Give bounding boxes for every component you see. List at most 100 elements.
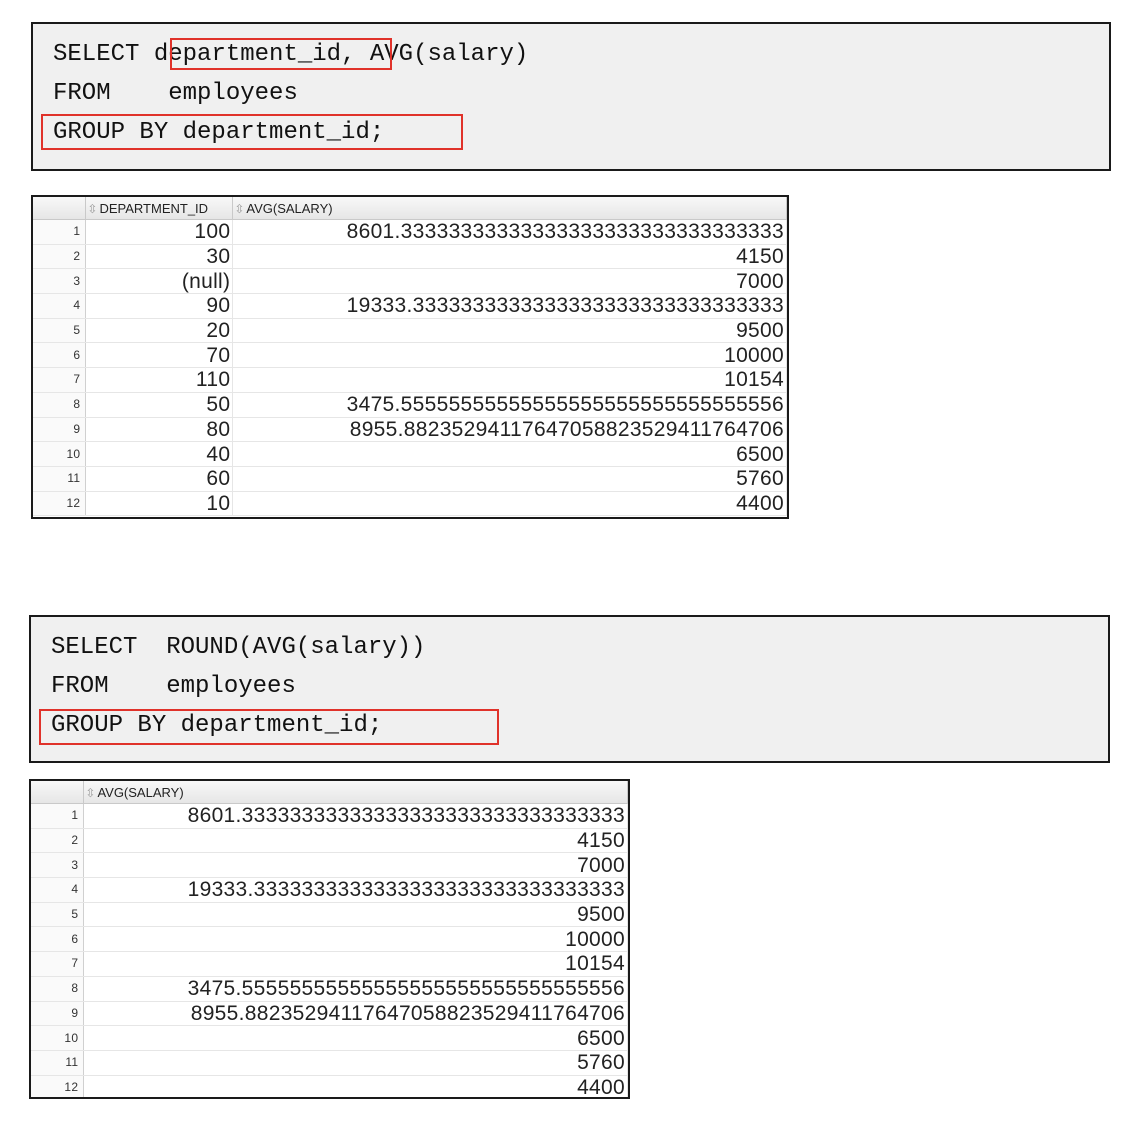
- row-number: 12: [31, 1075, 85, 1097]
- cell-avg-salary[interactable]: 4150: [232, 244, 787, 270]
- cell-department-id[interactable]: 80: [85, 417, 234, 443]
- column-header-avg-salary[interactable]: ⇳ AVG(SALARY): [83, 781, 628, 804]
- row-number: 7: [31, 951, 85, 977]
- cell-avg-salary[interactable]: 5760: [232, 466, 787, 492]
- table-row[interactable]: 1 100 8601.3333333333333333333333333333333…: [33, 219, 787, 245]
- table-row[interactable]: 8 50 3475.55555555555555555555555555555556: [33, 392, 787, 418]
- table-row[interactable]: 6 70 10000: [33, 342, 787, 369]
- cell-avg-salary[interactable]: 10154: [83, 951, 628, 977]
- sort-arrows-icon[interactable]: ⇳: [234, 202, 244, 216]
- sql-editor-1[interactable]: SELECT department_id, AVG(salary) FROM e…: [31, 22, 1111, 171]
- cell-avg-salary[interactable]: 7000: [232, 268, 787, 295]
- row-number: 6: [33, 342, 87, 369]
- table-row[interactable]: 10 6500: [31, 1025, 628, 1051]
- cell-avg-salary[interactable]: 10154: [232, 367, 787, 393]
- cell-avg-salary[interactable]: 4400: [83, 1075, 628, 1097]
- table-row[interactable]: 7 10154: [31, 951, 628, 977]
- table-row[interactable]: 1 8601.33333333333333333333333333333333: [31, 803, 628, 829]
- code-line-group-by: GROUP BY department_id;: [51, 712, 383, 739]
- row-number: 9: [33, 417, 87, 443]
- cell-department-id[interactable]: (null): [85, 268, 234, 295]
- cell-department-id[interactable]: 10: [85, 491, 234, 517]
- table-row[interactable]: 3 7000: [31, 852, 628, 879]
- row-number: 6: [31, 926, 85, 953]
- column-header-avg-salary[interactable]: ⇳ AVG(SALARY): [232, 197, 787, 220]
- row-number: 3: [31, 852, 85, 879]
- sql-editor-2[interactable]: SELECT ROUND(AVG(salary)) FROM employees…: [29, 615, 1110, 763]
- table-row[interactable]: 12 4400: [31, 1075, 628, 1097]
- row-number: 10: [31, 1025, 85, 1051]
- table-row[interactable]: 2 30 4150: [33, 244, 787, 270]
- result-grid-2[interactable]: ⇳ AVG(SALARY) 1 8601.333333333333333333333…: [29, 779, 630, 1099]
- cell-avg-salary[interactable]: 3475.55555555555555555555555555555556: [83, 976, 628, 1002]
- cell-avg-salary[interactable]: 6500: [83, 1025, 628, 1051]
- cell-avg-salary[interactable]: 9500: [232, 318, 787, 344]
- result-grid-1[interactable]: ⇳ DEPARTMENT_ID ⇳ AVG(SALARY) 1 100 8601.333…: [31, 195, 789, 519]
- cell-department-id[interactable]: 100: [85, 219, 234, 245]
- code-line-select: SELECT department_id, AVG(salary): [53, 41, 529, 68]
- cell-avg-salary[interactable]: 5760: [83, 1050, 628, 1076]
- table-row[interactable]: 2 4150: [31, 828, 628, 854]
- cell-department-id[interactable]: 60: [85, 466, 234, 492]
- cell-department-id[interactable]: 50: [85, 392, 234, 418]
- table-row[interactable]: 11 60 5760: [33, 466, 787, 492]
- row-number: 8: [31, 976, 85, 1002]
- table-row[interactable]: 7 110 10154: [33, 367, 787, 393]
- cell-avg-salary[interactable]: 10000: [83, 926, 628, 953]
- code-line-select: SELECT ROUND(AVG(salary)): [51, 634, 426, 661]
- sort-arrows-icon[interactable]: ⇳: [85, 786, 95, 800]
- row-number: 4: [33, 293, 87, 319]
- header-row: ⇳ DEPARTMENT_ID ⇳ AVG(SALARY): [33, 197, 787, 220]
- code-line-group-by: GROUP BY department_id;: [53, 119, 385, 146]
- table-row[interactable]: 4 90 19333.3333333333333333333333333333333: [33, 293, 787, 319]
- table-row[interactable]: 12 10 4400: [33, 491, 787, 517]
- cell-avg-salary[interactable]: 6500: [232, 441, 787, 467]
- cell-avg-salary[interactable]: 8601.33333333333333333333333333333333: [232, 219, 787, 245]
- cell-avg-salary[interactable]: 9500: [83, 902, 628, 928]
- row-number: 2: [33, 244, 87, 270]
- row-number: 7: [33, 367, 87, 393]
- table-row[interactable]: 3 (null) 7000: [33, 268, 787, 295]
- row-number: 11: [33, 466, 87, 492]
- cell-avg-salary[interactable]: 3475.55555555555555555555555555555556: [232, 392, 787, 418]
- table-row[interactable]: 11 5760: [31, 1050, 628, 1076]
- cell-avg-salary[interactable]: 19333.3333333333333333333333333333333: [83, 877, 628, 903]
- row-number: 1: [33, 219, 87, 245]
- row-number: 5: [31, 902, 85, 928]
- sort-arrows-icon[interactable]: ⇳: [87, 202, 97, 216]
- code-line-from: FROM employees: [51, 673, 296, 700]
- corner-cell: [33, 197, 87, 220]
- table-row[interactable]: 10 40 6500: [33, 441, 787, 467]
- cell-avg-salary[interactable]: 7000: [83, 852, 628, 879]
- table-row[interactable]: 9 80 8955.88235294117647058823529411764706: [33, 417, 787, 443]
- row-number: 10: [33, 441, 87, 467]
- code-line-from: FROM employees: [53, 80, 298, 107]
- table-row[interactable]: 9 8955.88235294117647058823529411764706: [31, 1001, 628, 1027]
- result-table-1: ⇳ DEPARTMENT_ID ⇳ AVG(SALARY) 1 100 8601.333…: [33, 197, 787, 517]
- cell-avg-salary[interactable]: 8601.33333333333333333333333333333333: [83, 803, 628, 829]
- row-number: 4: [31, 877, 85, 903]
- table-row[interactable]: 4 19333.3333333333333333333333333333333: [31, 877, 628, 903]
- row-number: 1: [31, 803, 85, 829]
- cell-avg-salary[interactable]: 4150: [83, 828, 628, 854]
- row-number: 9: [31, 1001, 85, 1027]
- cell-avg-salary[interactable]: 8955.88235294117647058823529411764706: [232, 417, 787, 443]
- cell-department-id[interactable]: 70: [85, 342, 234, 369]
- cell-department-id[interactable]: 90: [85, 293, 234, 319]
- column-header-department-id[interactable]: ⇳ DEPARTMENT_ID: [85, 197, 234, 220]
- row-number: 3: [33, 268, 87, 295]
- cell-avg-salary[interactable]: 19333.3333333333333333333333333333333: [232, 293, 787, 319]
- cell-department-id[interactable]: 30: [85, 244, 234, 270]
- cell-avg-salary[interactable]: 8955.88235294117647058823529411764706: [83, 1001, 628, 1027]
- row-number: 12: [33, 491, 87, 517]
- table-row[interactable]: 6 10000: [31, 926, 628, 953]
- cell-department-id[interactable]: 110: [85, 367, 234, 393]
- cell-avg-salary[interactable]: 4400: [232, 491, 787, 517]
- cell-avg-salary[interactable]: 10000: [232, 342, 787, 369]
- cell-department-id[interactable]: 20: [85, 318, 234, 344]
- table-row[interactable]: 8 3475.55555555555555555555555555555556: [31, 976, 628, 1002]
- table-row[interactable]: 5 9500: [31, 902, 628, 928]
- table-row[interactable]: 5 20 9500: [33, 318, 787, 344]
- corner-cell: [31, 781, 85, 804]
- cell-department-id[interactable]: 40: [85, 441, 234, 467]
